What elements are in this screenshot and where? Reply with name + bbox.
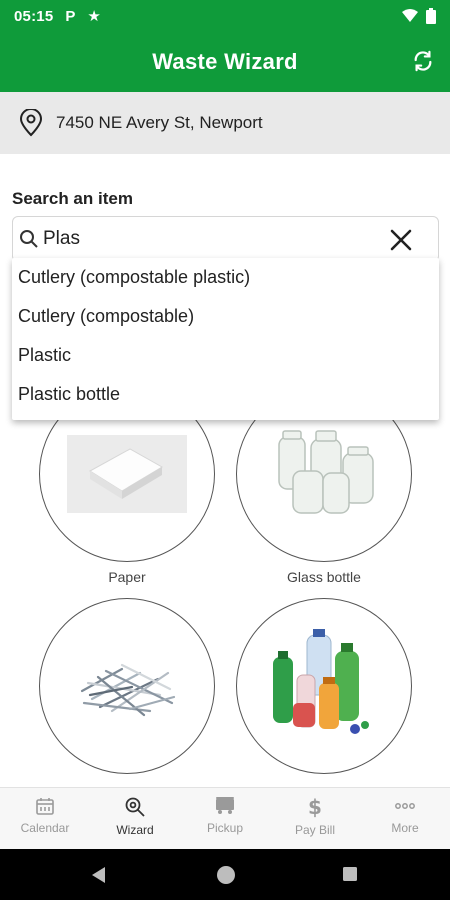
battery-icon xyxy=(426,8,436,24)
nav-pay-bill-label: Pay Bill xyxy=(294,823,335,837)
app-bar: Waste Wizard xyxy=(0,32,450,92)
address-bar[interactable]: 7450 NE Avery St, Newport xyxy=(0,92,450,154)
search-icon xyxy=(20,230,38,248)
nav-more[interactable]: More xyxy=(360,788,450,849)
plastic-bottles-image xyxy=(273,629,369,734)
dollar-icon: $ xyxy=(308,796,322,818)
nav-pay-bill[interactable]: $ Pay Bill xyxy=(270,788,360,849)
suggestion-item[interactable]: Plastic bottle xyxy=(18,384,120,405)
search-input[interactable]: Plas xyxy=(12,216,439,262)
suggestions-dropdown: Cutlery (compostable plastic) Cutlery (c… xyxy=(12,258,439,420)
item-label-paper: Paper xyxy=(108,569,146,585)
system-nav-bar xyxy=(0,849,450,900)
item-label-glass-bottle: Glass bottle xyxy=(287,569,361,585)
truck-icon xyxy=(216,797,234,814)
wifi-icon xyxy=(402,9,418,22)
nav-pickup-label: Pickup xyxy=(206,821,244,835)
search-label: Search an item xyxy=(12,189,133,208)
refresh-icon[interactable] xyxy=(410,48,436,74)
item-plastic-bottles[interactable] xyxy=(236,598,412,774)
wizard-search-icon xyxy=(125,797,145,817)
suggestion-item[interactable]: Plastic xyxy=(18,345,71,366)
nav-pickup[interactable]: Pickup xyxy=(180,788,270,849)
more-icon xyxy=(395,803,415,809)
item-shredded-paper[interactable] xyxy=(39,598,215,774)
nav-wizard[interactable]: Wizard xyxy=(90,788,180,849)
search-input-value: Plas xyxy=(43,228,80,249)
svg-text:$: $ xyxy=(308,796,322,818)
parking-notification-icon: P xyxy=(65,7,76,25)
address-text: 7450 NE Avery St, Newport xyxy=(56,113,263,132)
recents-icon[interactable] xyxy=(342,866,358,882)
calendar-icon xyxy=(36,798,54,815)
shredded-paper-image xyxy=(80,663,176,717)
status-time: 05:15 xyxy=(14,7,54,25)
nav-wizard-label: Wizard xyxy=(116,823,154,837)
close-icon[interactable] xyxy=(388,227,414,253)
app-title: Waste Wizard xyxy=(152,49,298,74)
nav-calendar-label: Calendar xyxy=(20,821,70,835)
location-pin-icon xyxy=(19,109,43,137)
back-icon[interactable] xyxy=(90,866,106,884)
bottom-nav: Calendar Wizard Pickup $ Pay Bill More xyxy=(0,787,450,849)
star-notification-icon: ★ xyxy=(87,8,101,25)
home-icon[interactable] xyxy=(215,864,237,886)
nav-more-label: More xyxy=(391,821,419,835)
status-bar: 05:15 P ★ xyxy=(0,0,450,32)
suggestion-item[interactable]: Cutlery (compostable) xyxy=(18,306,194,327)
suggestion-item[interactable]: Cutlery (compostable plastic) xyxy=(18,267,250,288)
nav-calendar[interactable]: Calendar xyxy=(0,788,90,849)
